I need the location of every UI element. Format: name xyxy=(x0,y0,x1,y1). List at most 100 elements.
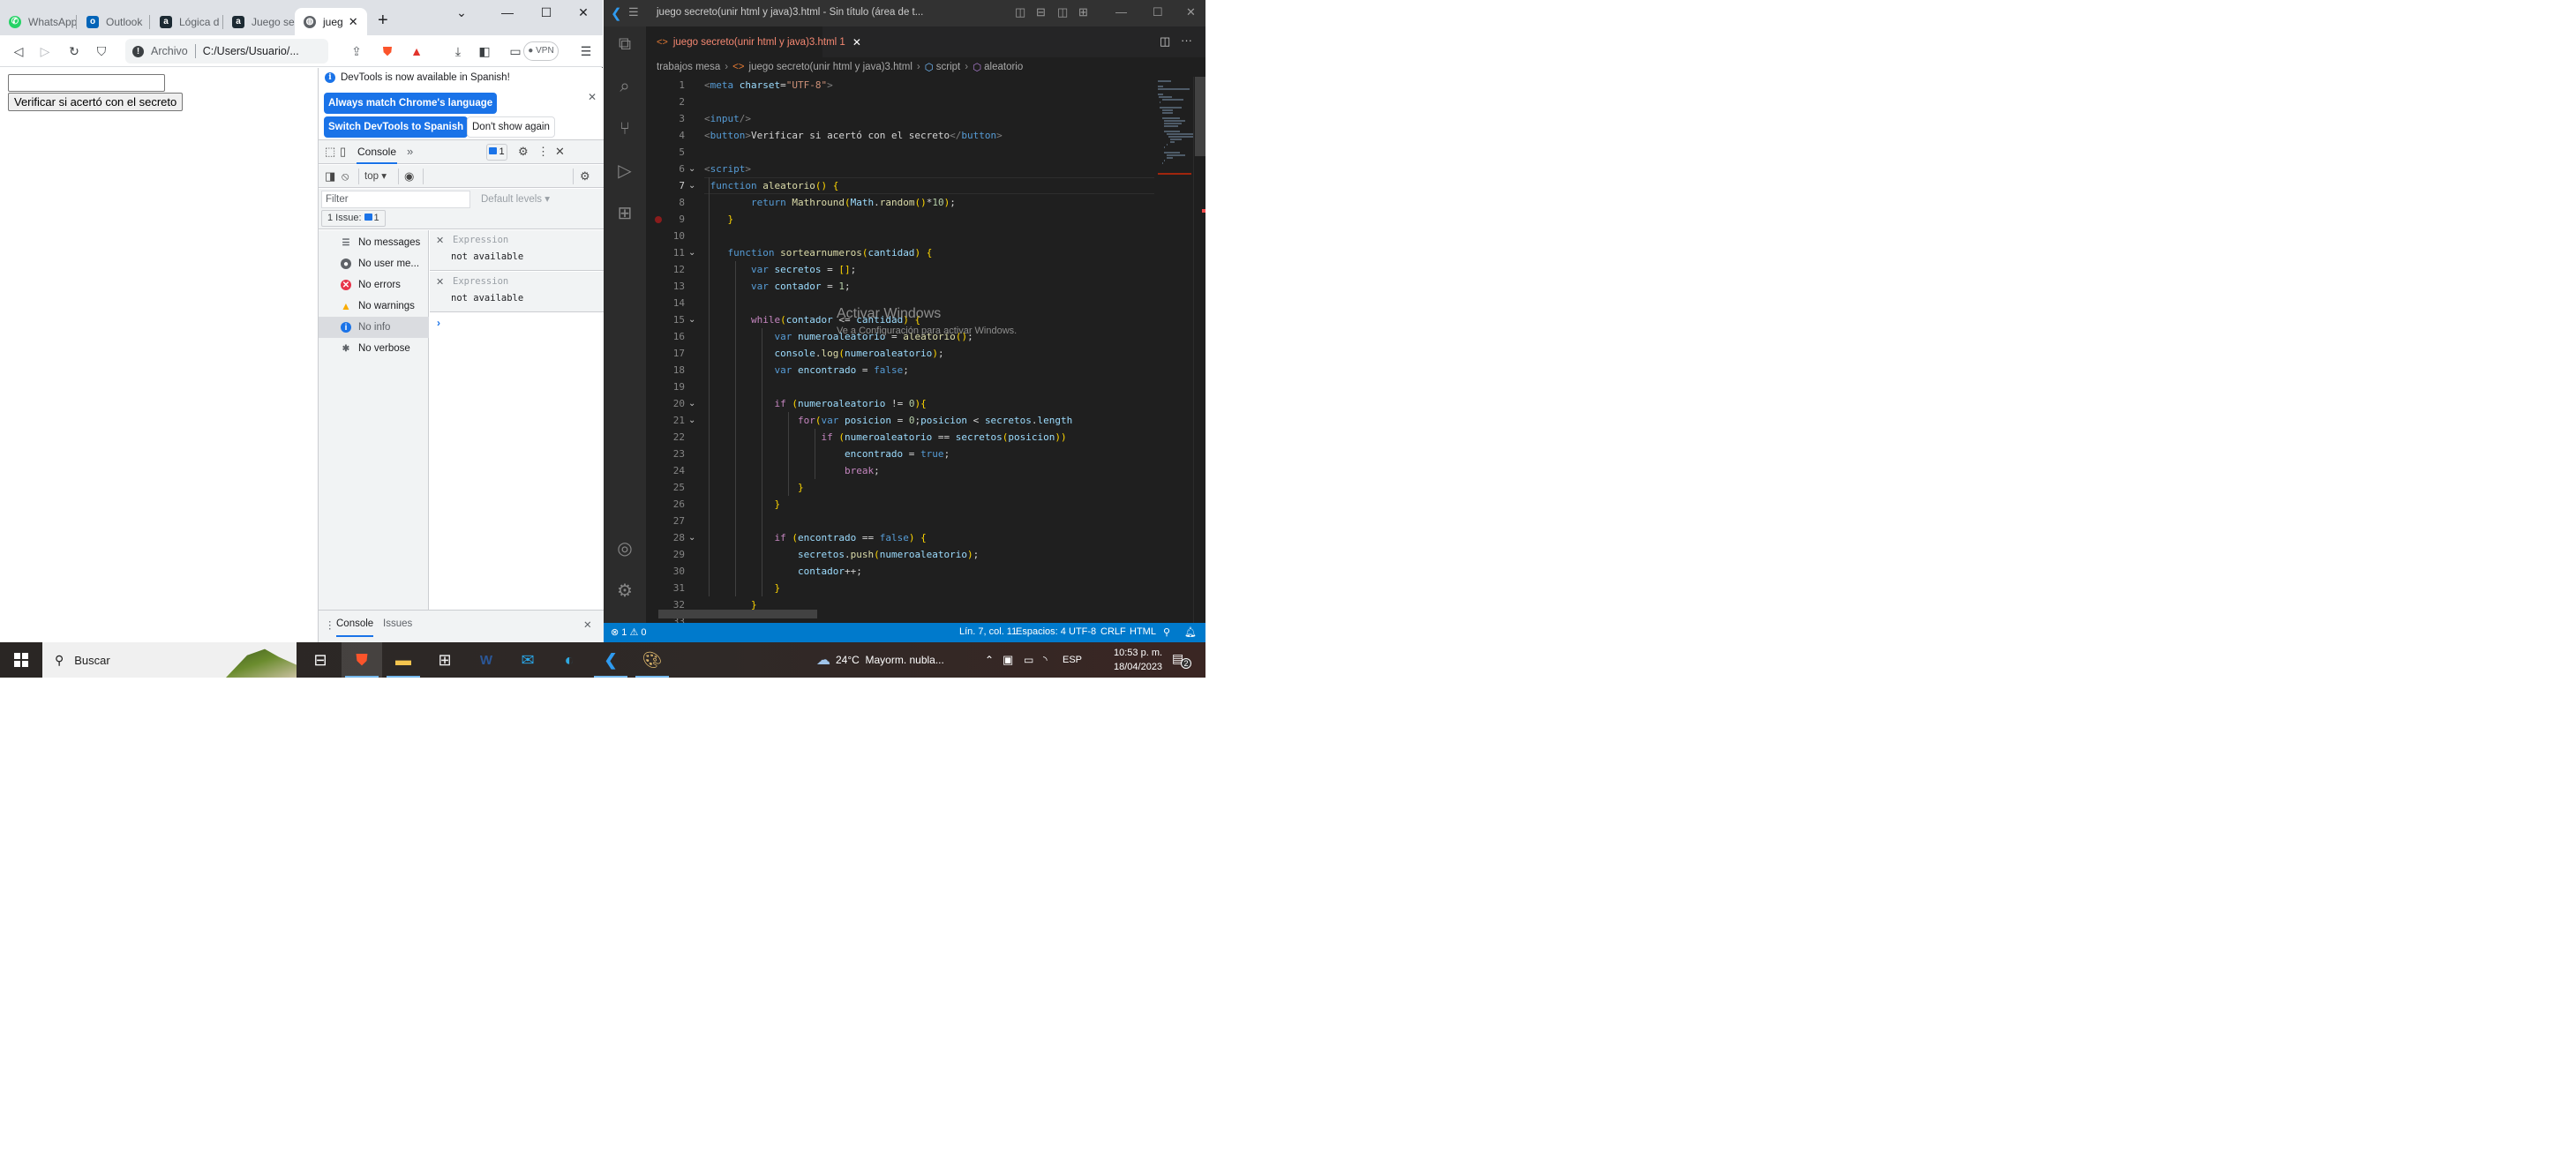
code-line[interactable]: <meta charset="UTF-8"> xyxy=(704,77,833,94)
fold-chevron-icon[interactable]: ⌄ xyxy=(688,395,699,412)
code-line[interactable]: if (numeroaleatorio == secretos(posicion… xyxy=(704,429,1066,446)
maximize-button[interactable]: ☐ xyxy=(1153,5,1163,19)
code-line[interactable]: return Mathround(Math.random()*10); xyxy=(704,194,956,211)
back-icon[interactable]: ◁ xyxy=(11,43,26,59)
expression-input[interactable]: Expression xyxy=(453,276,508,287)
fold-chevron-icon[interactable]: ⌄ xyxy=(688,529,699,546)
settings-gear-icon[interactable]: ⚙ xyxy=(518,145,529,159)
sidebar-item-info[interactable]: i No info xyxy=(319,317,429,338)
code-editor[interactable]: 1 2 3 4 5 6 ⌄ 7 ⌄ 8 9 10 11 ⌄ 12 13 14 15 ⌄ 16 17 18 19 20 ⌄ 21 ⌄ 2… xyxy=(646,77,1205,623)
device-toolbar-icon[interactable]: ▯ xyxy=(340,145,346,159)
indentation[interactable]: Espacios: 4 xyxy=(1016,626,1066,637)
minimap[interactable] xyxy=(1154,77,1196,623)
console-settings-gear-icon[interactable]: ⚙ xyxy=(580,169,590,184)
code-line[interactable]: function aleatorio() { xyxy=(704,177,839,194)
close-tab-icon[interactable]: ✕ xyxy=(349,15,358,29)
sidebar-item-errors[interactable]: ✕ No errors xyxy=(319,274,429,296)
breakpoint-icon[interactable] xyxy=(655,216,662,223)
clear-console-icon[interactable]: ⦸ xyxy=(342,169,349,184)
code-area[interactable]: <meta charset="UTF-8"> <input/> <button>Ve… xyxy=(704,77,1154,623)
notification-center-button[interactable]: ▤ 2 xyxy=(1172,651,1191,669)
drawer-tab-issues[interactable]: Issues xyxy=(383,618,412,629)
language-indicator[interactable]: ESP xyxy=(1063,642,1082,678)
encoding[interactable]: UTF-8 xyxy=(1069,626,1096,637)
more-actions-icon[interactable]: ··· xyxy=(1181,34,1192,47)
tab-search-chevron-icon[interactable]: ⌄ xyxy=(448,5,475,20)
code-line[interactable]: <button>Verificar si acertó con el secre… xyxy=(704,127,1003,144)
tray-app-icon[interactable]: ▣ xyxy=(1003,642,1013,678)
sidebar-item-verbose[interactable]: ✱ No verbose xyxy=(319,338,429,359)
menu-icon[interactable]: ☰ xyxy=(628,5,639,19)
sidebar-item-messages[interactable]: ☰ No messages xyxy=(319,232,429,253)
paint-icon[interactable]: 🎨︎ xyxy=(632,642,672,678)
remove-expression-icon[interactable]: ✕ xyxy=(436,276,444,288)
sidebar-item-warnings[interactable]: ▲ No warnings xyxy=(319,296,429,317)
new-tab-button[interactable]: + xyxy=(378,11,388,29)
code-line[interactable]: for(var posicion = 0;posicion < secretos… xyxy=(704,412,1072,429)
customize-layout-icon[interactable]: ⊞ xyxy=(1078,5,1088,19)
issues-counter[interactable]: 1 xyxy=(486,144,507,161)
fold-chevron-icon[interactable]: ⌄ xyxy=(688,244,699,261)
switch-to-spanish-button[interactable]: Switch DevTools to Spanish xyxy=(324,116,469,138)
run-debug-icon[interactable]: ▷ xyxy=(614,161,635,182)
tab-juego-se[interactable]: a Juego se xyxy=(223,8,296,35)
edge-icon[interactable]: ◐ xyxy=(549,642,590,678)
more-tabs-icon[interactable]: » xyxy=(407,145,413,159)
remove-expression-icon[interactable]: ✕ xyxy=(436,235,444,246)
wifi-icon[interactable]: ◝ xyxy=(1043,642,1048,678)
site-info-icon[interactable]: ! xyxy=(132,45,144,57)
sidebar-icon[interactable]: ◧ xyxy=(477,43,492,59)
scrollbar-thumb[interactable] xyxy=(1195,77,1205,156)
tab-outlook[interactable]: o Outlook xyxy=(78,8,150,35)
toggle-secondary-sidebar-icon[interactable]: ◫ xyxy=(1057,5,1068,19)
code-line[interactable]: var secretos = []; xyxy=(704,261,856,278)
minimize-button[interactable]: — xyxy=(494,5,521,19)
manage-gear-icon[interactable]: ⚙ xyxy=(614,581,635,602)
tab-juego-active[interactable]: ◍ jueg ✕ xyxy=(295,8,367,35)
vpn-button[interactable]: ● VPN xyxy=(523,41,559,61)
clock[interactable]: 10:53 p. m. 18/04/2023 xyxy=(1114,646,1162,674)
code-line[interactable]: <input/> xyxy=(704,110,751,127)
fold-chevron-icon[interactable]: ⌄ xyxy=(688,311,699,328)
line-ending[interactable]: CRLF xyxy=(1100,626,1126,637)
horizontal-scrollbar[interactable] xyxy=(658,610,817,618)
close-drawer-icon[interactable]: ✕ xyxy=(583,618,592,631)
code-line[interactable]: console.log(numeroaleatorio); xyxy=(704,345,943,362)
code-line[interactable]: } xyxy=(704,496,780,513)
tab-logica[interactable]: a Lógica d xyxy=(151,8,223,35)
always-match-language-button[interactable]: Always match Chrome's language xyxy=(324,93,498,114)
code-line[interactable]: secretos.push(numeroaleatorio); xyxy=(704,546,979,563)
accounts-icon[interactable]: ◎ xyxy=(614,538,635,559)
vertical-scrollbar[interactable] xyxy=(1193,77,1205,623)
show-sidebar-icon[interactable]: ◨ xyxy=(325,169,335,184)
address-bar[interactable]: ! Archivo C:/Users/Usuario/... xyxy=(125,39,328,64)
code-line[interactable]: <script> xyxy=(704,161,751,177)
expression-input[interactable]: Expression xyxy=(453,235,508,245)
explorer-icon[interactable]: ⧉ xyxy=(614,34,635,55)
code-line[interactable]: contador++; xyxy=(704,563,862,580)
code-line[interactable]: break; xyxy=(704,462,880,479)
editor-tab-active[interactable]: <> juego secreto(unir html y java)3.html… xyxy=(646,26,861,57)
code-line[interactable]: } xyxy=(704,580,780,596)
context-selector[interactable]: top ▾ xyxy=(364,169,387,184)
file-explorer-icon[interactable]: ▬ xyxy=(383,642,424,678)
log-levels-dropdown[interactable]: Default levels ▾ xyxy=(481,192,550,205)
microsoft-store-icon[interactable]: ⊞ xyxy=(424,642,465,678)
forward-icon[interactable]: ▷ xyxy=(37,43,53,59)
problems-status[interactable]: ⊗ 1 ⚠ 0 xyxy=(611,626,647,638)
bookmark-icon[interactable]: ⛉ xyxy=(94,43,109,59)
console-prompt[interactable]: › xyxy=(437,317,440,329)
tab-whatsapp[interactable]: ✆ WhatsApp xyxy=(0,8,77,35)
task-view-icon[interactable]: ⊟ xyxy=(300,642,341,678)
battery-icon[interactable]: ▭ xyxy=(1024,642,1033,678)
drawer-tab-console[interactable]: Console xyxy=(336,618,374,637)
maximize-button[interactable]: ☐ xyxy=(533,5,560,20)
sidebar-item-user-messages[interactable]: ● No user me... xyxy=(319,253,429,274)
code-line[interactable]: function sortearnumeros(cantidad) { xyxy=(704,244,933,261)
share-icon[interactable]: ⇪ xyxy=(349,43,364,59)
language-mode[interactable]: HTML xyxy=(1130,626,1156,637)
tab-console[interactable]: Console xyxy=(357,140,397,164)
show-hidden-icons[interactable]: ⌃ xyxy=(985,642,994,678)
brave-shields-icon[interactable]: ⛊ xyxy=(379,43,395,59)
dont-show-again-button[interactable]: Don't show again xyxy=(467,116,555,138)
